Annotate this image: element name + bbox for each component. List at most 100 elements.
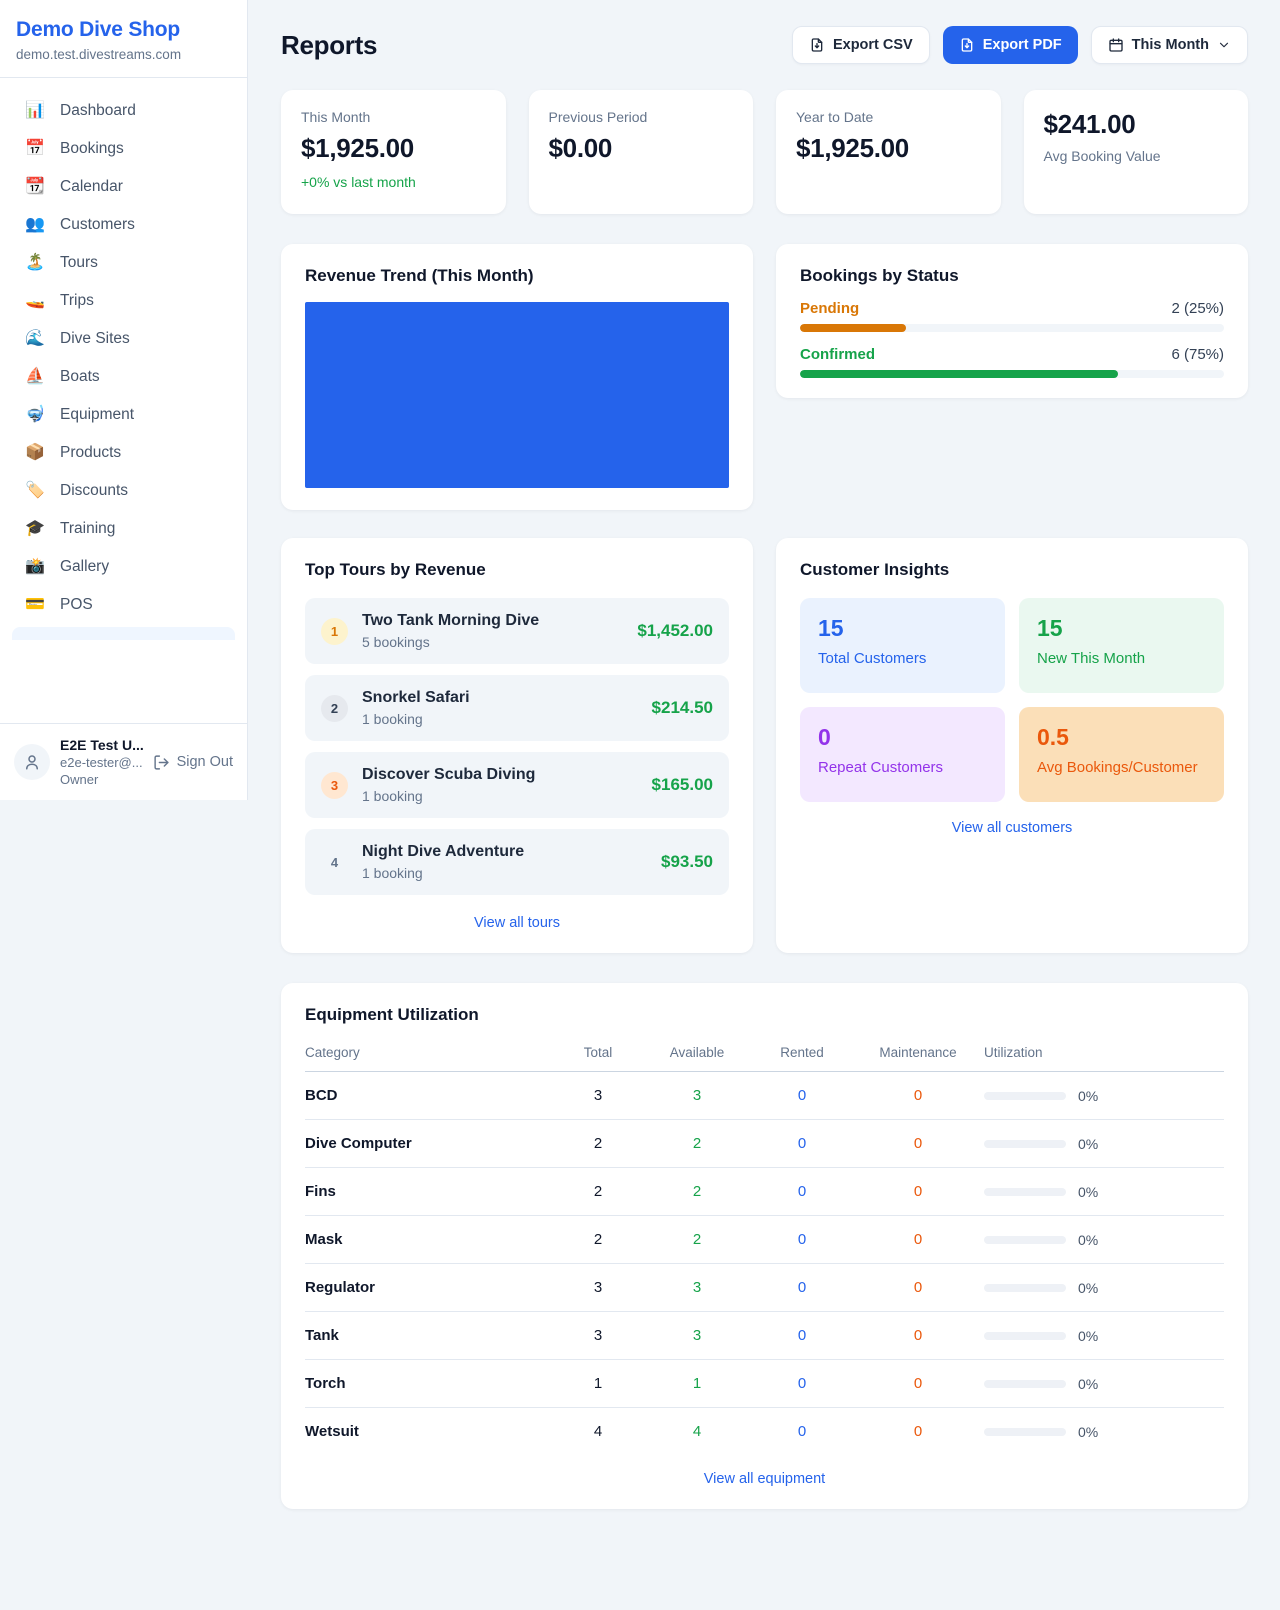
export-csv-label: Export CSV [833,37,913,53]
equipment-category: Tank [305,1327,554,1344]
page-header: Reports Export CSV Export PDF This Month [281,26,1248,64]
status-count: 2 (25%) [1171,300,1224,317]
status-label: Confirmed [800,346,875,363]
equipment-category: Wetsuit [305,1423,554,1440]
sidebar-item-dashboard[interactable]: 📊 Dashboard [12,92,235,130]
tour-bookings: 1 booking [362,711,470,727]
calendar-icon [1108,37,1124,53]
nav-item-label: Boats [60,368,100,386]
brand-name[interactable]: Demo Dive Shop [16,18,231,42]
utilization-bar-track [984,1284,1066,1292]
equipment-maintenance: 0 [852,1423,984,1440]
equipment-utilization: 0% [984,1328,1224,1344]
insight-tile: 15 New This Month [1019,598,1224,693]
sidebar-item-pos[interactable]: 💳 POS [12,586,235,624]
sidebar-item-customers[interactable]: 👥 Customers [12,206,235,244]
equipment-utilization: 0% [984,1424,1224,1440]
equipment-column-header: Category [305,1045,554,1060]
equipment-rented: 0 [752,1423,852,1440]
stat-label: Avg Booking Value [1044,148,1229,164]
equipment-rented: 0 [752,1183,852,1200]
person-icon [23,753,41,771]
sidebar-item-tours[interactable]: 🏝️ Tours [12,244,235,282]
bookings-by-status-title: Bookings by Status [800,266,1224,286]
equipment-column-header: Available [642,1045,752,1060]
status-label: Pending [800,300,859,317]
tour-meta: Discover Scuba Diving 1 booking [362,766,535,804]
period-dropdown[interactable]: This Month [1091,26,1248,64]
nav-item-icon: 📸 [24,559,46,575]
sidebar-item-equipment[interactable]: 🤿 Equipment [12,396,235,434]
status-count: 6 (75%) [1171,346,1224,363]
stat-value: $241.00 [1044,109,1229,140]
sidebar-item-gallery[interactable]: 📸 Gallery [12,548,235,586]
sign-out-button[interactable]: Sign Out [153,754,233,771]
equipment-category: Fins [305,1183,554,1200]
utilization-bar-track [984,1380,1066,1388]
user-email: e2e-tester@... [60,755,143,770]
export-pdf-label: Export PDF [983,37,1062,53]
nav-item-label: Discounts [60,482,128,500]
view-all-customers-link[interactable]: View all customers [800,820,1224,836]
equipment-total: 2 [554,1183,642,1200]
equipment-available: 2 [642,1231,752,1248]
stat-card: This Month $1,925.00 +0% vs last month [281,90,506,214]
user-info: E2E Test U... e2e-tester@... Owner [60,737,143,787]
stat-delta: +0% vs last month [301,174,486,190]
utilization-bar-track [984,1092,1066,1100]
equipment-available: 2 [642,1183,752,1200]
nav-item-icon: 🏷️ [24,483,46,499]
insight-grid: 15 Total Customers 15 New This Month 0 R… [800,598,1224,802]
sidebar-item-discounts[interactable]: 🏷️ Discounts [12,472,235,510]
stat-label: Year to Date [796,109,981,125]
nav-item-label: POS [60,596,93,614]
period-label: This Month [1132,37,1209,53]
page-title: Reports [281,30,377,61]
insight-value: 15 [1037,615,1206,642]
sidebar-item-training[interactable]: 🎓 Training [12,510,235,548]
top-tours-card: Top Tours by Revenue 1 Two Tank Morning … [281,538,753,953]
equipment-row: Regulator 3 3 0 0 0% [305,1264,1224,1312]
tour-revenue: $93.50 [661,852,713,872]
tour-revenue: $165.00 [652,775,713,795]
export-pdf-button[interactable]: Export PDF [943,26,1078,64]
equipment-available: 2 [642,1135,752,1152]
nav-item-icon: 🤿 [24,407,46,423]
equipment-column-header: Maintenance [852,1045,984,1060]
tour-bookings: 1 booking [362,788,535,804]
sidebar-item-bookings[interactable]: 📅 Bookings [12,130,235,168]
sidebar-item-boats[interactable]: ⛵ Boats [12,358,235,396]
utilization-percent: 0% [1078,1424,1098,1440]
status-list: Pending 2 (25%) Confirmed 6 (75%) [800,300,1224,378]
utilization-percent: 0% [1078,1232,1098,1248]
view-all-tours-link[interactable]: View all tours [305,915,729,931]
equipment-rented: 0 [752,1231,852,1248]
sidebar-item-trips[interactable]: 🚤 Trips [12,282,235,320]
insight-label: Total Customers [818,650,987,667]
equipment-category: Dive Computer [305,1135,554,1152]
tour-name: Night Dive Adventure [362,843,524,861]
utilization-percent: 0% [1078,1328,1098,1344]
logout-icon [153,754,170,771]
view-all-equipment-link[interactable]: View all equipment [305,1471,1224,1487]
status-progress-fill [800,324,906,332]
tour-row: 4 Night Dive Adventure 1 booking $93.50 [305,829,729,895]
export-csv-button[interactable]: Export CSV [792,26,930,64]
equipment-utilization: 0% [984,1184,1224,1200]
insight-value: 0.5 [1037,724,1206,751]
sidebar-item-dive-sites[interactable]: 🌊 Dive Sites [12,320,235,358]
equipment-total: 2 [554,1231,642,1248]
sidebar-item-calendar[interactable]: 📆 Calendar [12,168,235,206]
app-root: Demo Dive Shop demo.test.divestreams.com… [0,0,1280,1553]
equipment-rented: 0 [752,1087,852,1104]
tour-rank-badge: 2 [321,695,348,722]
sidebar-item-selected-partial[interactable] [12,627,235,640]
equipment-maintenance: 0 [852,1231,984,1248]
utilization-percent: 0% [1078,1136,1098,1152]
nav-item-icon: 🎓 [24,521,46,537]
stats-grid: This Month $1,925.00 +0% vs last month P… [281,90,1248,214]
brand-domain: demo.test.divestreams.com [16,47,231,62]
sidebar-item-products[interactable]: 📦 Products [12,434,235,472]
utilization-percent: 0% [1078,1376,1098,1392]
file-download-icon [809,37,825,53]
